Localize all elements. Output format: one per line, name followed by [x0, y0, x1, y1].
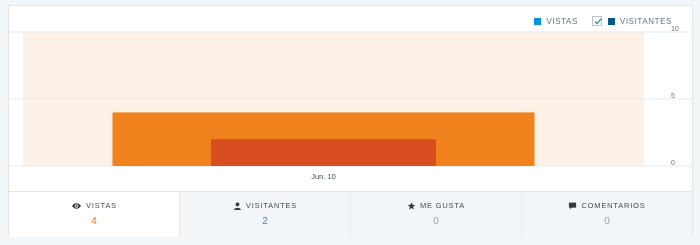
tab-label-comentarios: COMENTARIOS	[581, 201, 646, 210]
tab-vistas[interactable]: VISTAS 4	[9, 192, 179, 237]
tab-label-visitantes: VISITANTES	[245, 201, 298, 210]
tab-label-vistas: VISTAS	[86, 201, 117, 210]
chart-plot	[9, 31, 692, 167]
tab-me-gusta[interactable]: ME GUSTA 0	[350, 192, 521, 237]
y-tick-label: 5	[671, 93, 675, 100]
tab-value-visitantes: 2	[262, 216, 268, 227]
eye-icon	[72, 202, 81, 209]
tab-label-me-gusta: ME GUSTA	[419, 201, 465, 210]
x-tick-label: Jun. 10	[311, 172, 336, 181]
y-tick-label: 10	[671, 26, 679, 33]
y-tick-label: 0	[671, 160, 675, 167]
comment-icon	[569, 202, 577, 209]
stats-card: VISTAS VISITANTES 10 5 0 Jun. 10 VISTAS …	[8, 5, 693, 237]
bar-visitantes[interactable]	[211, 139, 436, 166]
tab-value-me-gusta: 0	[433, 216, 439, 227]
tab-comentarios[interactable]: COMENTARIOS 0	[521, 192, 692, 237]
tab-value-vistas: 4	[91, 216, 97, 227]
star-icon	[407, 201, 416, 210]
stats-tabs: VISTAS 4 VISITANTES 2 ME GUSTA 0 COMENTA…	[9, 191, 692, 237]
user-icon	[234, 202, 241, 210]
tab-visitantes[interactable]: VISITANTES 2	[179, 192, 350, 237]
tab-value-comentarios: 0	[604, 216, 610, 227]
